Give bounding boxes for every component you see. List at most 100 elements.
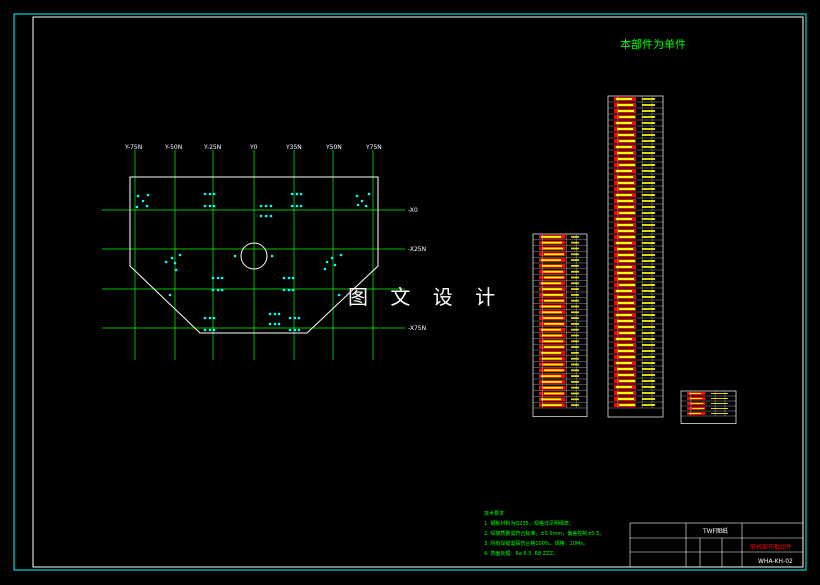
table-cell-text (711, 403, 728, 404)
hole-marker (216, 288, 220, 292)
table-cell-text (571, 282, 579, 285)
hole-marker (293, 328, 297, 332)
hole-marker (282, 288, 286, 292)
hole-marker (178, 253, 182, 257)
hole-marker (277, 322, 281, 326)
table-cell-text (571, 241, 579, 244)
hole-marker (216, 276, 220, 280)
hole-marker (360, 199, 364, 203)
table-cell-text (619, 332, 635, 334)
table-cell-text (571, 381, 579, 383)
hole-marker (337, 293, 341, 297)
row-label: -X25N (408, 246, 426, 253)
hole-marker (277, 312, 281, 316)
table-cell-text (711, 408, 728, 409)
column-label: Y35N (285, 144, 302, 151)
table-cell-text (618, 158, 634, 160)
table-cell-text (617, 368, 633, 370)
table-cell-text (541, 398, 561, 401)
hole-marker (282, 276, 286, 280)
table-cell-text (544, 346, 564, 348)
row-label: -X0 (408, 207, 418, 214)
table-cell-text (571, 357, 579, 360)
hole-marker (264, 214, 268, 218)
table-cell-text (542, 288, 562, 290)
table-cell-text (571, 369, 579, 372)
table-cell-text (618, 302, 634, 304)
table-cell-text (642, 338, 655, 340)
column-label: Y-75N (124, 144, 142, 151)
table-cell-text (642, 128, 655, 130)
hole-marker (208, 192, 212, 196)
table-cell-text (642, 182, 655, 184)
hole-marker (208, 204, 212, 208)
table-cell-text (571, 270, 579, 273)
hole-marker (269, 214, 273, 218)
table-cell-text (543, 317, 563, 319)
table-cell-text (544, 392, 564, 395)
table-cell-text (619, 212, 635, 214)
table-cell-text (542, 265, 562, 267)
hole-marker (290, 192, 294, 196)
hole-marker (333, 263, 337, 267)
table-cell-text (642, 236, 655, 238)
hole-marker (297, 328, 301, 332)
hole-marker (212, 316, 216, 320)
table-cell-text (571, 323, 579, 325)
hole-marker (297, 316, 301, 320)
table-cell-text (619, 404, 635, 406)
table-cell-text (642, 320, 655, 322)
table-cell-text (617, 272, 633, 274)
table-cell-text (642, 404, 655, 406)
table-cell-text (571, 276, 579, 279)
hole-marker (299, 192, 303, 196)
table-cell-text (619, 284, 635, 286)
table-cell-text (618, 182, 634, 184)
table-cell-text (619, 164, 635, 166)
table-cell-text (571, 392, 579, 395)
notes-line: 2. 焊接质量需符合标准，±0.5mm，偏差控制±0.5。 (484, 530, 604, 537)
table-cell-text (541, 328, 561, 331)
hole-marker (295, 192, 299, 196)
table-cell-text (617, 176, 633, 178)
table-cell-text (619, 236, 635, 238)
title-block-name: 前机架布板组件 (750, 543, 792, 551)
hole-marker (273, 312, 277, 316)
table-cell-text (571, 247, 579, 250)
table-cell-text (571, 265, 579, 267)
hole-marker (293, 316, 297, 320)
table-cell-text (543, 363, 563, 366)
table-cell-text (543, 270, 563, 273)
table-cell-text (642, 260, 655, 262)
table-cell-text (543, 386, 563, 389)
table-cell-text (617, 224, 633, 226)
table-cell-text (544, 299, 564, 302)
hole-marker (164, 260, 168, 264)
table-cell-text (543, 294, 563, 296)
hole-marker (356, 203, 360, 207)
table-cell-text (642, 122, 655, 124)
table-cell-text (616, 266, 632, 268)
table-cell-text (616, 194, 632, 196)
table-cell-text (642, 356, 655, 358)
table-cell-text (571, 386, 579, 389)
table-cell-text (544, 276, 564, 279)
table-cell-text (642, 164, 655, 166)
hole-marker (291, 288, 295, 292)
table-cell-text (571, 334, 579, 337)
hole-marker (270, 254, 274, 258)
hole-pattern (135, 192, 371, 332)
row-label: -X75N (408, 325, 426, 332)
table-cell-text (571, 311, 579, 314)
table-cell-text (642, 350, 655, 352)
hole-marker (259, 204, 263, 208)
table-cell-text (617, 200, 633, 202)
table-cell-text (690, 398, 702, 399)
table-cell-text (617, 152, 633, 154)
table-cell-text (642, 134, 655, 136)
table-cell-text (616, 146, 632, 148)
table-cell-text (642, 170, 655, 172)
column-label: Y0 (249, 144, 258, 151)
table-cell-text (571, 288, 579, 290)
table-cell-text (642, 278, 655, 280)
